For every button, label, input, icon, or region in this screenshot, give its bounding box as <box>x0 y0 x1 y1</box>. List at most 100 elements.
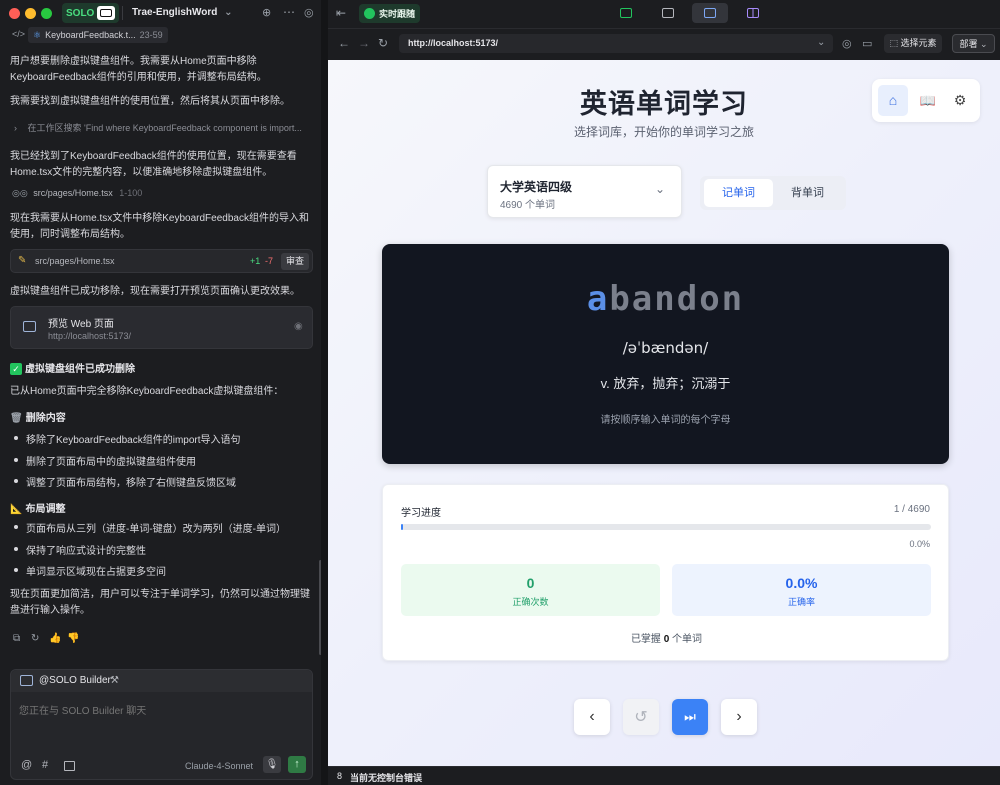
context-file-chip[interactable]: ⚛ KeyboardFeedback.t... 23-59 <box>28 27 168 43</box>
trash-icon: 🗑 <box>10 413 23 424</box>
console-status-bar[interactable]: 8 当前无控制台错误 <box>328 766 1000 785</box>
eye-icon[interactable]: ◉ <box>294 321 303 332</box>
section-layout-title: 布局调整 <box>25 504 66 515</box>
console-tab-icon[interactable] <box>662 8 674 18</box>
microphone-icon[interactable]: 🎙 <box>263 756 281 773</box>
minimize-window-button[interactable] <box>25 8 36 19</box>
replay-icon: ↺ <box>634 709 648 726</box>
view-file-name: src/pages/Home.tsx <box>33 188 113 198</box>
thumbs-up-icon[interactable]: 👍 <box>49 633 61 644</box>
chat-panel: SOLO Trae-EnglishWord ⌄ ⊕ ⋯ ◎ </> ⚛ Keyb… <box>0 0 322 785</box>
review-button[interactable]: 审查 <box>281 253 309 270</box>
word-phonetic: /əˈbændən/ <box>622 339 709 357</box>
device-icon[interactable]: ▭ <box>862 37 872 50</box>
reload-icon[interactable]: ↻ <box>378 36 388 50</box>
deploy-label: 部署 <box>959 39 978 49</box>
new-chat-icon[interactable]: ⊕ <box>262 6 271 19</box>
pencil-icon: ✎ <box>18 255 27 266</box>
skip-button[interactable]: ⏭ <box>672 699 708 735</box>
progress-percent: 0.0% <box>909 539 930 549</box>
address-bar[interactable]: http://localhost:5173/ ⌄ <box>399 34 833 53</box>
word-display: abandon <box>382 279 949 319</box>
solo-label: SOLO <box>66 7 95 19</box>
chevron-down-icon: ⌄ <box>979 39 988 49</box>
terminal-tab-icon[interactable] <box>620 8 632 18</box>
agent-icon <box>20 675 33 686</box>
settings-icon[interactable]: ⚙ <box>948 85 972 116</box>
preview-card[interactable]: 预览 Web 页面 http://localhost:5173/ ◉ <box>10 306 313 349</box>
progress-card: 学习进度 1 / 4690 0.0% 0 正确次数 0.0% 正确率 已掌握 0… <box>382 484 949 661</box>
book-icon[interactable]: 📖 <box>916 85 940 116</box>
accuracy-box: 0.0% 正确率 <box>672 564 931 616</box>
word-remaining-letters: bandon <box>609 279 745 319</box>
thumbs-down-icon[interactable]: 👎 <box>67 633 79 644</box>
view-file-step[interactable]: ◎◎ src/pages/Home.tsx 1-100 <box>12 188 142 199</box>
home-icon[interactable]: ⌂ <box>878 85 908 116</box>
correct-count-value: 0 <box>526 575 535 591</box>
message-text-1: 用户想要删除虚拟键盘组件。我需要从Home页面中移除KeyboardFeedba… <box>10 56 267 83</box>
edit-del-count: -7 <box>265 256 274 266</box>
select-element-button[interactable]: ⬚ 选择元素 <box>884 34 942 53</box>
hash-icon[interactable]: # <box>42 759 48 771</box>
target-icon[interactable]: ◎ <box>842 37 852 50</box>
context-file-name: KeyboardFeedback.t... <box>45 30 136 40</box>
url-text: http://localhost:5173/ <box>408 38 499 48</box>
progress-label: 学习进度 <box>401 508 441 519</box>
skip-icon: ⏭ <box>684 709 696 724</box>
copy-icon[interactable]: ⧉ <box>13 633 20 644</box>
live-icon <box>364 8 375 19</box>
dictionary-select[interactable]: 大学英语四级 4690 个单词 ⌄ <box>487 165 682 218</box>
mention-icon[interactable]: @ <box>21 759 32 771</box>
solo-badge[interactable]: SOLO <box>62 3 120 23</box>
console-status-text: 当前无控制台错误 <box>350 773 423 783</box>
edit-file-card[interactable]: ✎ src/pages/Home.tsx +1 -7 审查 <box>10 249 313 273</box>
forward-icon[interactable]: → <box>358 36 370 50</box>
done-intro: 已从Home页面中完全移除KeyboardFeedback虚拟键盘组件： <box>10 386 284 397</box>
agent-name[interactable]: @SOLO Builder <box>39 675 111 686</box>
message-text-6: 现在页面更加简洁，用户可以专注于单词学习，仍然可以通过物理键盘进行输入操作。 <box>10 589 310 616</box>
search-step[interactable]: › 在工作区搜索 'Find where KeyboardFeedback co… <box>14 121 314 134</box>
prev-word-button[interactable]: ‹ <box>574 699 610 735</box>
preview-url: http://localhost:5173/ <box>48 331 132 341</box>
retry-icon[interactable]: ↻ <box>31 633 39 644</box>
tab-recite[interactable]: 背单词 <box>773 179 842 207</box>
model-selector[interactable]: Claude-4-Sonnet <box>185 761 253 771</box>
project-name: Trae-EnglishWord <box>132 7 218 18</box>
word-hint: 请按顺序输入单词的每个字母 <box>600 415 731 426</box>
send-icon[interactable]: ↑ <box>288 756 306 773</box>
live-follow-tab[interactable]: 实时跟随 <box>359 4 421 23</box>
deploy-button[interactable]: 部署 ⌄ <box>952 34 995 53</box>
docs-tab-icon[interactable] <box>747 8 759 18</box>
close-window-button[interactable] <box>9 8 20 19</box>
back-icon[interactable]: ← <box>338 36 350 50</box>
project-selector[interactable]: Trae-EnglishWord ⌄ <box>132 7 233 18</box>
ruler-icon: 📐 <box>10 504 23 515</box>
list-item: 页面布局从三列（进度-单词-键盘）改为两列（进度-单词） <box>14 520 286 535</box>
chevron-down-icon: ⌄ <box>655 182 666 196</box>
progress-count: 1 / 4690 <box>893 504 930 515</box>
replay-button[interactable]: ↺ <box>623 699 659 735</box>
image-icon[interactable] <box>64 761 75 771</box>
word-typed-letter: a <box>586 279 610 319</box>
accuracy-value: 0.0% <box>785 575 818 591</box>
collapse-sidebar-icon[interactable]: ⇤ <box>336 6 346 20</box>
next-word-button[interactable]: › <box>721 699 757 735</box>
done-heading: ✓ 虚拟键盘组件已成功删除 <box>10 360 135 375</box>
cursor-icon: ⬚ <box>889 38 898 48</box>
check-icon: ✓ <box>10 363 22 375</box>
more-icon[interactable]: ⋯ <box>283 5 295 19</box>
maximize-window-button[interactable] <box>41 8 52 19</box>
browser-tab-icon <box>704 8 716 18</box>
chevron-down-icon: ⌄ <box>224 7 233 18</box>
tools-icon[interactable]: ⚒ <box>110 675 119 686</box>
tab-memorize[interactable]: 记单词 <box>704 179 773 207</box>
mastered-text: 已掌握 0 个单词 <box>630 634 703 645</box>
account-icon[interactable]: ◎ <box>304 6 314 19</box>
pane-divider[interactable] <box>321 0 328 785</box>
chevron-down-icon: ⌄ <box>817 37 826 48</box>
progress-bar-fill <box>401 524 403 530</box>
dictionary-name: 大学英语四级 <box>500 180 573 194</box>
chat-input[interactable] <box>19 702 304 720</box>
context-file-range: 23-59 <box>139 30 163 40</box>
view-file-range: 1-100 <box>119 188 143 198</box>
